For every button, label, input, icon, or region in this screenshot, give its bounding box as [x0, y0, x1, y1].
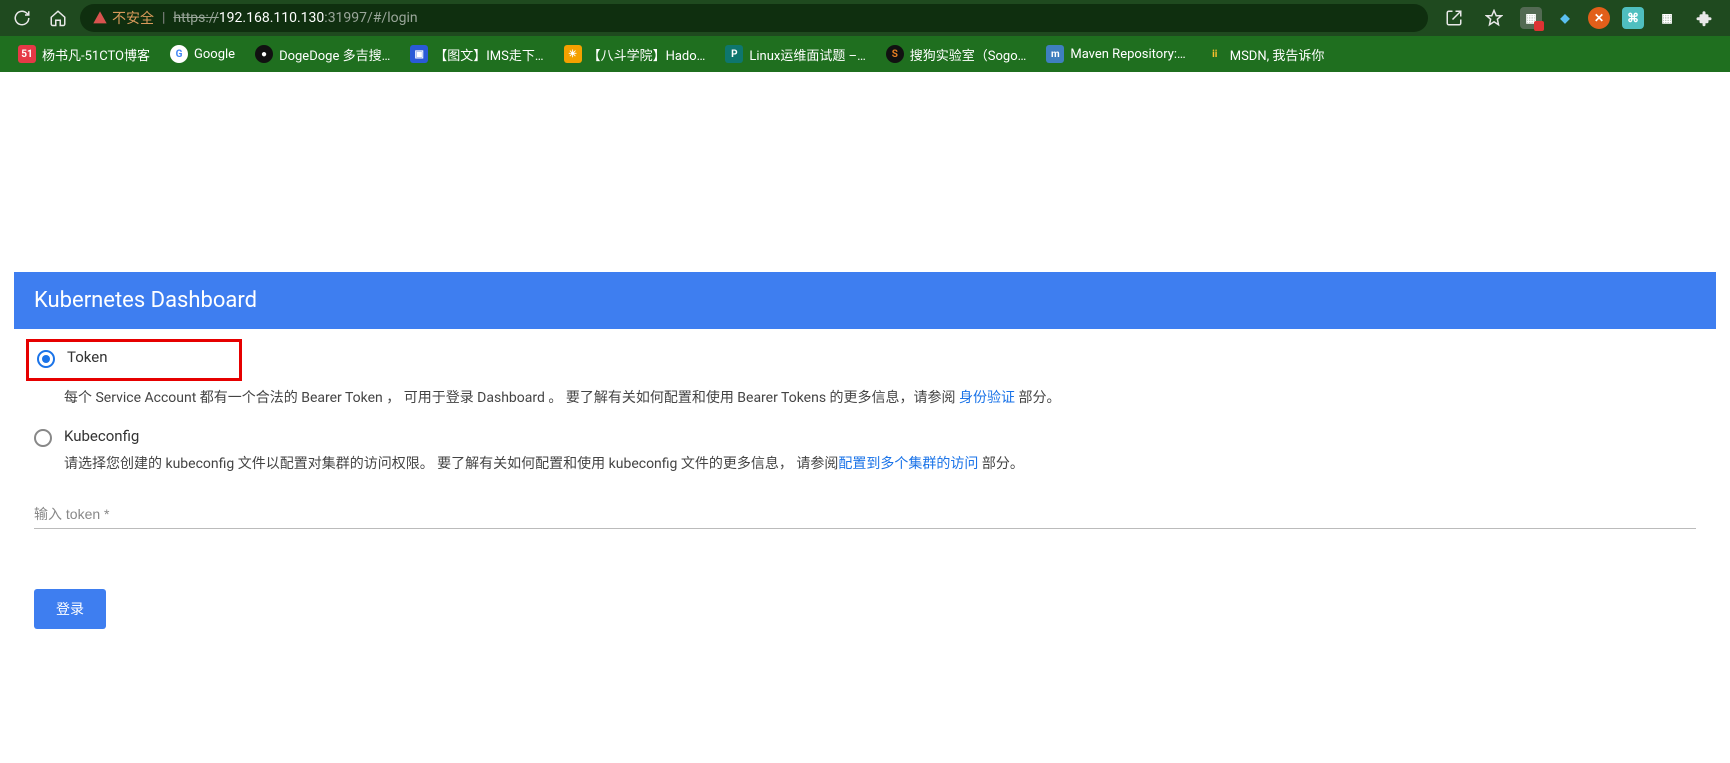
bookmarks-bar: 51 杨书凡-51CTO博客 G Google ● DogeDoge 多吉搜… ▣ 【图文】I…: [0, 36, 1730, 72]
bookmark-label: 【图文】IMS走下…: [434, 45, 543, 64]
browser-toolbar: 不安全 | https://192.168.110.130:31997/#/lo…: [0, 0, 1730, 36]
card-body: Token 每个 Service Account 都有一个合法的 Bearer …: [14, 329, 1716, 659]
bookmark-label: MSDN, 我告诉你: [1230, 45, 1325, 64]
bookmark-label: DogeDoge 多吉搜…: [279, 45, 390, 64]
bookmark-item[interactable]: S 搜狗实验室（Sogo…: [878, 41, 1035, 68]
option-kubeconfig-label: Kubeconfig: [64, 427, 139, 445]
share-icon[interactable]: [1440, 4, 1468, 32]
token-input[interactable]: [34, 498, 1696, 529]
radio-kubeconfig[interactable]: [34, 429, 52, 447]
option-kubeconfig-desc: 请选择您创建的 kubeconfig 文件以配置对集群的访问权限。 要了解有关如…: [64, 453, 1696, 475]
bookmark-favicon: G: [170, 45, 188, 63]
radio-token[interactable]: [37, 350, 55, 368]
bookmark-favicon: ▣: [410, 45, 428, 63]
bookmark-label: Maven Repository:…: [1070, 47, 1185, 62]
card-title: Kubernetes Dashboard: [14, 272, 1716, 329]
bookmark-favicon: 51: [18, 45, 36, 63]
bookmark-label: 【八斗学院】Hado…: [588, 45, 706, 64]
bookmark-favicon: ii: [1206, 45, 1224, 63]
extension-icon-4[interactable]: ⌘: [1622, 7, 1644, 29]
option-token-label: Token: [67, 348, 107, 366]
star-icon[interactable]: [1480, 4, 1508, 32]
bookmark-label: 杨书凡-51CTO博客: [42, 45, 150, 64]
kubeconfig-doc-link[interactable]: 配置到多个集群的访问: [838, 456, 978, 472]
extension-icon-3[interactable]: ✕: [1588, 7, 1610, 29]
bookmark-item[interactable]: G Google: [162, 41, 243, 67]
token-option-highlight: Token: [26, 339, 242, 381]
reload-button[interactable]: [8, 4, 36, 32]
address-bar[interactable]: 不安全 | https://192.168.110.130:31997/#/lo…: [80, 4, 1428, 32]
extension-icon-1[interactable]: ▦: [1520, 7, 1542, 29]
extensions-puzzle-icon[interactable]: [1690, 4, 1718, 32]
option-kubeconfig[interactable]: Kubeconfig: [34, 427, 1696, 447]
option-token-desc: 每个 Service Account 都有一个合法的 Bearer Token …: [64, 387, 1696, 409]
insecure-warning: 不安全: [92, 8, 154, 28]
bookmark-label: 搜狗实验室（Sogo…: [910, 45, 1027, 64]
token-input-row: [34, 498, 1696, 529]
bookmark-item[interactable]: P Linux运维面试题 –…: [717, 41, 873, 68]
insecure-label: 不安全: [112, 8, 154, 28]
extension-icon-5[interactable]: ▦: [1656, 7, 1678, 29]
auth-doc-link[interactable]: 身份验证: [959, 390, 1015, 406]
bookmark-favicon: ●: [255, 45, 273, 63]
toolbar-right-icons: ▦ ◆ ✕ ⌘ ▦: [1436, 4, 1722, 32]
bookmark-item[interactable]: ☀ 【八斗学院】Hado…: [556, 41, 714, 68]
bookmark-favicon: m: [1046, 45, 1064, 63]
bookmark-favicon: P: [725, 45, 743, 63]
address-separator: |: [162, 10, 165, 26]
bookmark-item[interactable]: ii MSDN, 我告诉你: [1198, 41, 1333, 68]
bookmark-label: Linux运维面试题 –…: [749, 45, 865, 64]
address-url: https://192.168.110.130:31997/#/login: [173, 10, 417, 26]
bookmark-item[interactable]: 51 杨书凡-51CTO博客: [10, 41, 158, 68]
option-token[interactable]: Token: [37, 348, 231, 368]
bookmark-favicon: ☀: [564, 45, 582, 63]
login-button[interactable]: 登录: [34, 589, 106, 629]
bookmark-item[interactable]: m Maven Repository:…: [1038, 41, 1193, 67]
bookmark-favicon: S: [886, 45, 904, 63]
bookmark-label: Google: [194, 47, 235, 62]
login-card: Kubernetes Dashboard Token 每个 Service Ac…: [14, 272, 1716, 659]
extension-icon-2[interactable]: ◆: [1554, 7, 1576, 29]
home-button[interactable]: [44, 4, 72, 32]
page-content: Kubernetes Dashboard Token 每个 Service Ac…: [0, 272, 1730, 659]
bookmark-item[interactable]: ● DogeDoge 多吉搜…: [247, 41, 398, 68]
bookmark-item[interactable]: ▣ 【图文】IMS走下…: [402, 41, 551, 68]
